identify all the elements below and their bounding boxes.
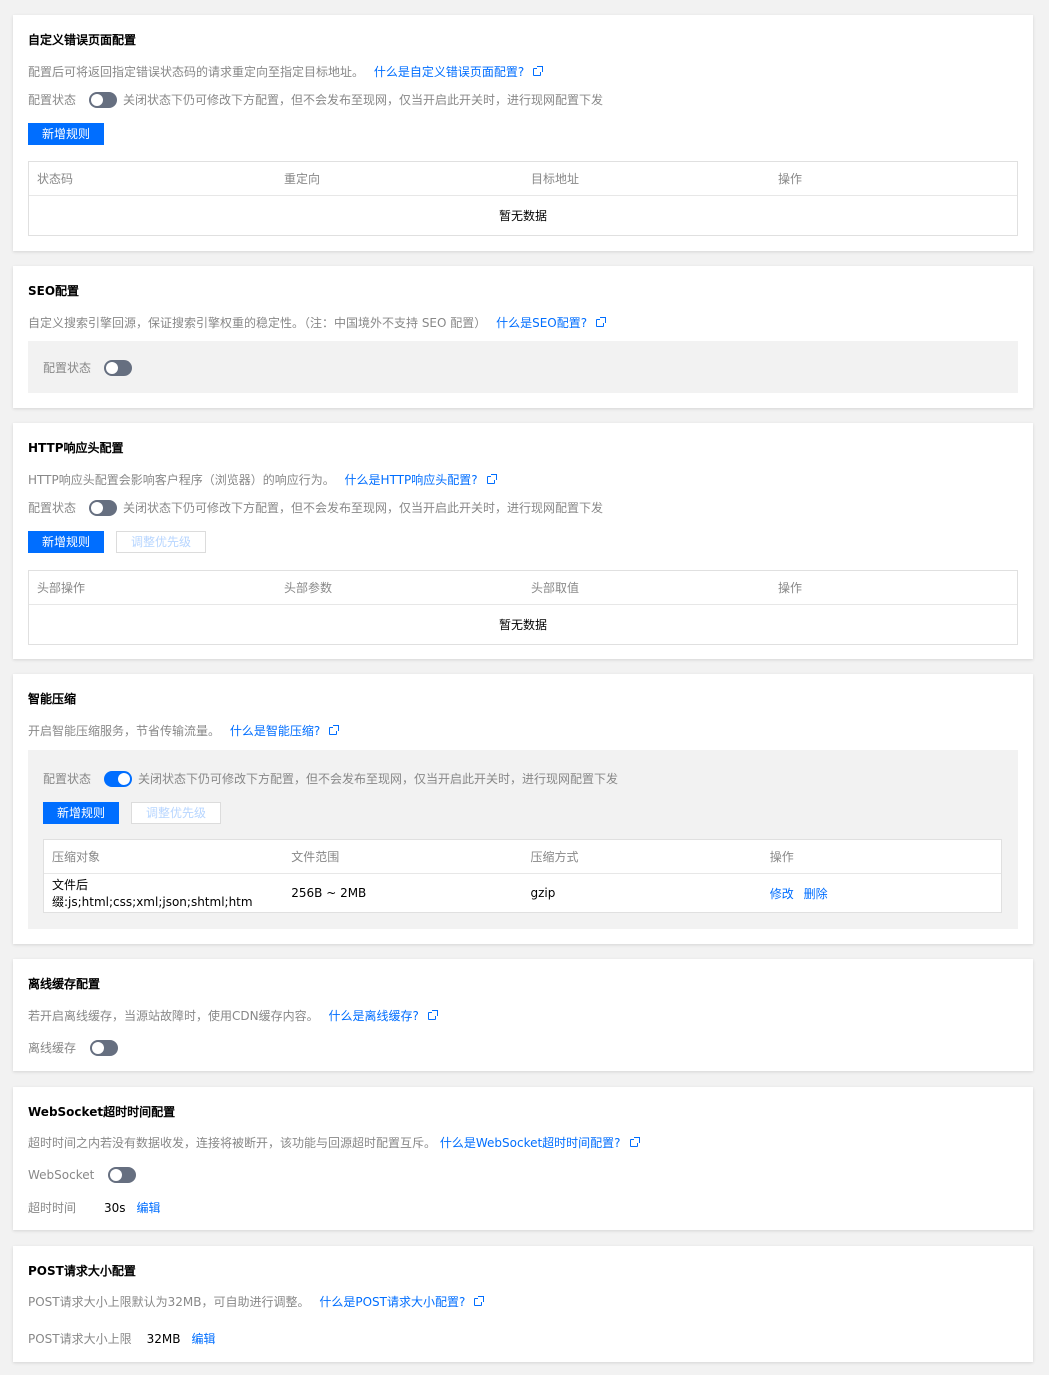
post-limit-value: 32MB bbox=[146, 1331, 181, 1346]
column-header: 压缩对象 bbox=[52, 850, 101, 864]
column-header: 操作 bbox=[769, 850, 794, 864]
status-label: 配置状态 bbox=[43, 361, 92, 375]
external-link-icon[interactable] bbox=[427, 1010, 438, 1020]
status-label: 配置状态 bbox=[28, 501, 77, 515]
compression-card: 智能压缩 开启智能压缩服务，节省传输流量。 什么是智能压缩? 配置状态 关闭状态… bbox=[13, 674, 1033, 944]
post-limit-label: POST请求大小上限 bbox=[28, 1332, 132, 1346]
section-title: SEO配置 bbox=[28, 284, 80, 298]
row-actions: 修改 删除 bbox=[762, 885, 1001, 902]
section-title: 智能压缩 bbox=[28, 692, 77, 706]
offline-cache-row: 离线缓存 bbox=[28, 1039, 124, 1056]
post-limit-row: POST请求大小上限 32MB 编辑 bbox=[28, 1330, 216, 1347]
offline-cache-label: 离线缓存 bbox=[28, 1041, 77, 1055]
timeout-row: 超时时间 30s 编辑 bbox=[28, 1199, 161, 1216]
offline-cache-card: 离线缓存配置 若开启离线缓存，当源站故障时，使用CDN缓存内容。 什么是离线缓存… bbox=[13, 959, 1033, 1071]
edit-link[interactable]: 修改 bbox=[770, 887, 794, 901]
edit-link[interactable]: 编辑 bbox=[137, 1199, 161, 1216]
compression-panel: 配置状态 关闭状态下仍可修改下方配置，但不会发布至现网，仅当开启此开关时，进行现… bbox=[28, 750, 1018, 929]
file-range: 256B ~ 2MB bbox=[291, 886, 367, 900]
section-description: HTTP响应头配置会影响客户程序（浏览器）的响应行为。 什么是HTTP响应头配置… bbox=[28, 471, 497, 488]
adjust-priority-button[interactable]: 调整优先级 bbox=[116, 531, 207, 553]
section-title: HTTP响应头配置 bbox=[28, 441, 124, 455]
section-description: 自定义搜索引擎回源，保证搜索引擎权重的稳定性。（注：中国境外不支持 SEO 配置… bbox=[28, 314, 607, 331]
timeout-value: 30s bbox=[104, 1200, 126, 1215]
external-link-icon[interactable] bbox=[486, 474, 497, 484]
column-header: 操作 bbox=[778, 581, 803, 595]
section-description: 开启智能压缩服务，节省传输流量。 什么是智能压缩? bbox=[28, 722, 340, 739]
compression-target: 文件后缀:js;html;css;xml;json;shtml;htm bbox=[52, 878, 253, 909]
help-link[interactable]: 什么是SEO配置? bbox=[496, 316, 587, 330]
rules-table: 压缩对象 文件范围 压缩方式 操作 文件后缀:js;html;css;xml;j… bbox=[43, 839, 1002, 913]
empty-state: 暂无数据 bbox=[498, 618, 547, 632]
section-description: 若开启离线缓存，当源站故障时，使用CDN缓存内容。 什么是离线缓存? bbox=[28, 1007, 438, 1024]
http-header-card: HTTP响应头配置 HTTP响应头配置会影响客户程序（浏览器）的响应行为。 什么… bbox=[13, 423, 1033, 659]
table-row: 文件后缀:js;html;css;xml;json;shtml;htm 256B… bbox=[44, 874, 1001, 912]
section-title: WebSocket超时时间配置 bbox=[28, 1105, 176, 1119]
status-row: 配置状态 关闭状态下仍可修改下方配置，但不会发布至现网，仅当开启此开关时，进行现… bbox=[43, 770, 618, 787]
status-row: 配置状态 bbox=[43, 359, 138, 376]
empty-state: 暂无数据 bbox=[498, 209, 547, 223]
column-header: 头部参数 bbox=[284, 581, 333, 595]
post-size-card: POST请求大小配置 POST请求大小上限默认为32MB，可自助进行调整。 什么… bbox=[13, 1246, 1033, 1362]
status-note: 关闭状态下仍可修改下方配置，但不会发布至现网，仅当开启此开关时，进行现网配置下发 bbox=[123, 501, 604, 515]
websocket-row: WebSocket bbox=[28, 1167, 142, 1183]
websocket-card: WebSocket超时时间配置 超时时间之内若没有数据收发，连接将被断开，该功能… bbox=[13, 1087, 1033, 1230]
delete-link[interactable]: 删除 bbox=[804, 887, 828, 901]
help-link[interactable]: 什么是智能压缩? bbox=[230, 724, 320, 738]
websocket-label: WebSocket bbox=[28, 1168, 95, 1182]
external-link-icon[interactable] bbox=[474, 1296, 485, 1306]
help-link[interactable]: 什么是自定义错误页面配置? bbox=[374, 65, 524, 79]
status-toggle[interactable] bbox=[104, 770, 133, 787]
websocket-toggle[interactable] bbox=[108, 1167, 137, 1183]
section-description: 超时时间之内若没有数据收发，连接将被断开，该功能与回源超时配置互斥。 什么是We… bbox=[28, 1134, 640, 1151]
seo-card: SEO配置 自定义搜索引擎回源，保证搜索引擎权重的稳定性。（注：中国境外不支持 … bbox=[13, 266, 1033, 408]
column-header: 文件范围 bbox=[291, 850, 340, 864]
column-header: 头部操作 bbox=[37, 581, 86, 595]
section-title: POST请求大小配置 bbox=[28, 1264, 136, 1278]
column-header: 压缩方式 bbox=[530, 850, 579, 864]
table-header: 状态码 重定向 目标地址 操作 bbox=[29, 162, 1017, 196]
help-link[interactable]: 什么是HTTP响应头配置? bbox=[345, 473, 478, 487]
section-description: POST请求大小上限默认为32MB，可自助进行调整。 什么是POST请求大小配置… bbox=[28, 1293, 485, 1310]
section-description: 配置后可将返回指定错误状态码的请求重定向至指定目标地址。 什么是自定义错误页面配… bbox=[28, 63, 544, 80]
column-header: 头部取值 bbox=[531, 581, 580, 595]
adjust-priority-button[interactable]: 调整优先级 bbox=[131, 802, 222, 824]
status-label: 配置状态 bbox=[43, 772, 92, 786]
status-toggle[interactable] bbox=[89, 499, 118, 516]
section-title: 自定义错误页面配置 bbox=[28, 33, 137, 47]
table-header: 压缩对象 文件范围 压缩方式 操作 bbox=[44, 840, 1001, 874]
status-panel: 配置状态 bbox=[28, 341, 1018, 393]
error-page-card: 自定义错误页面配置 配置后可将返回指定错误状态码的请求重定向至指定目标地址。 什… bbox=[13, 15, 1033, 251]
timeout-label: 超时时间 bbox=[28, 1201, 77, 1215]
external-link-icon[interactable] bbox=[533, 66, 544, 76]
compression-method: gzip bbox=[530, 886, 556, 900]
status-toggle[interactable] bbox=[104, 359, 133, 376]
rules-table: 状态码 重定向 目标地址 操作 暂无数据 bbox=[28, 161, 1018, 236]
column-header: 重定向 bbox=[284, 172, 321, 186]
edit-link[interactable]: 编辑 bbox=[192, 1330, 216, 1347]
external-link-icon[interactable] bbox=[596, 317, 607, 327]
section-title: 离线缓存配置 bbox=[28, 977, 101, 991]
status-row: 配置状态 关闭状态下仍可修改下方配置，但不会发布至现网，仅当开启此开关时，进行现… bbox=[28, 91, 603, 108]
external-link-icon[interactable] bbox=[329, 725, 340, 735]
status-note: 关闭状态下仍可修改下方配置，但不会发布至现网，仅当开启此开关时，进行现网配置下发 bbox=[123, 93, 604, 107]
external-link-icon[interactable] bbox=[629, 1137, 640, 1147]
column-header: 操作 bbox=[778, 172, 803, 186]
add-rule-button[interactable]: 新增规则 bbox=[28, 531, 105, 553]
add-rule-button[interactable]: 新增规则 bbox=[28, 123, 105, 145]
table-header: 头部操作 头部参数 头部取值 操作 bbox=[29, 571, 1017, 605]
help-link[interactable]: 什么是POST请求大小配置? bbox=[319, 1295, 465, 1309]
status-note: 关闭状态下仍可修改下方配置，但不会发布至现网，仅当开启此开关时，进行现网配置下发 bbox=[138, 772, 619, 786]
column-header: 目标地址 bbox=[531, 172, 580, 186]
status-label: 配置状态 bbox=[28, 93, 77, 107]
add-rule-button[interactable]: 新增规则 bbox=[43, 802, 120, 824]
status-toggle[interactable] bbox=[89, 91, 118, 108]
status-row: 配置状态 关闭状态下仍可修改下方配置，但不会发布至现网，仅当开启此开关时，进行现… bbox=[28, 499, 603, 516]
column-header: 状态码 bbox=[37, 172, 74, 186]
offline-cache-toggle[interactable] bbox=[90, 1039, 119, 1056]
help-link[interactable]: 什么是离线缓存? bbox=[328, 1009, 418, 1023]
rules-table: 头部操作 头部参数 头部取值 操作 暂无数据 bbox=[28, 570, 1018, 645]
help-link[interactable]: 什么是WebSocket超时时间配置? bbox=[440, 1136, 621, 1150]
